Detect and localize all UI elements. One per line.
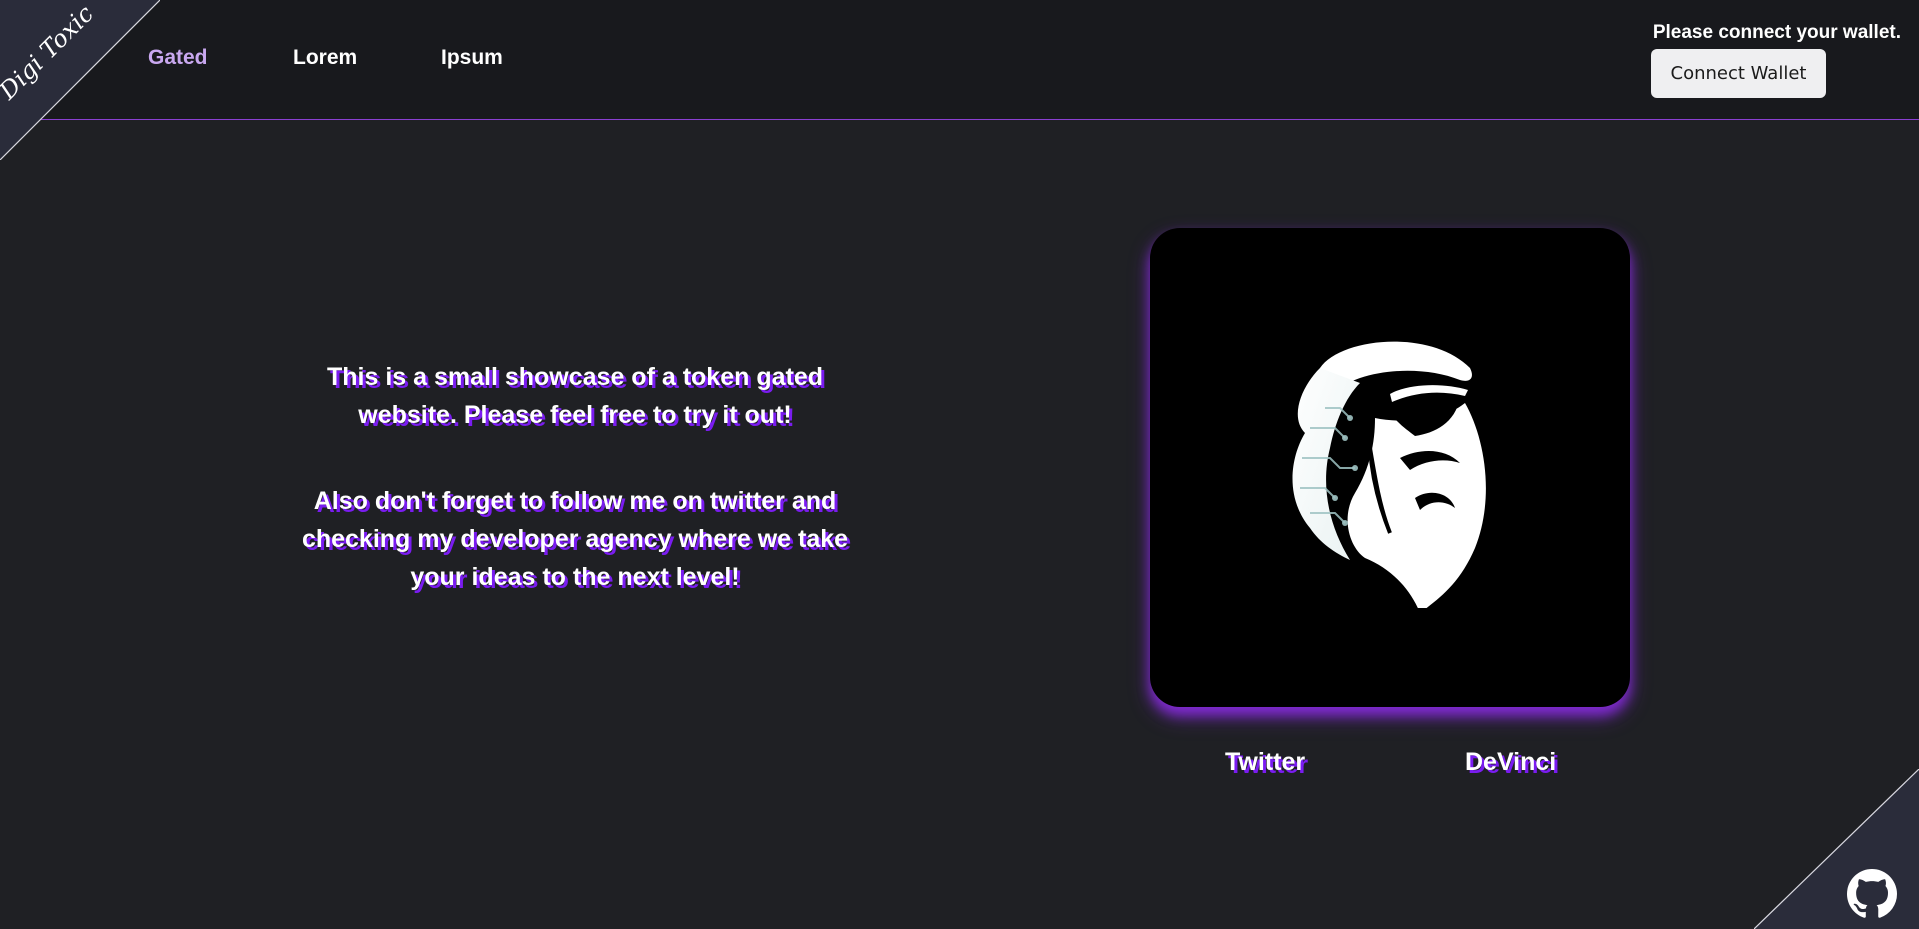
twitter-link[interactable]: Twitter xyxy=(1225,748,1305,777)
intro-paragraph-2: Also don't forget to follow me on twitte… xyxy=(301,487,849,591)
connect-wallet-button[interactable]: Connect Wallet xyxy=(1651,49,1826,98)
top-header: Digi Toxic Gated Lorem Ipsum Please conn… xyxy=(0,0,1919,160)
github-icon[interactable] xyxy=(1847,869,1897,919)
nav-lorem[interactable]: Lorem xyxy=(293,46,357,70)
brand-logo-corner[interactable]: Digi Toxic xyxy=(0,0,160,160)
nav-ipsum[interactable]: Ipsum xyxy=(441,46,503,70)
intro-text-block: This is a small showcase of a token gate… xyxy=(290,358,860,644)
profile-image-card xyxy=(1150,228,1630,707)
bearded-warrior-logo-icon xyxy=(1292,341,1486,608)
intro-paragraph-1: This is a small showcase of a token gate… xyxy=(327,363,823,429)
wallet-status-text: Please connect your wallet. xyxy=(1652,22,1901,43)
devinci-link[interactable]: DeVinci xyxy=(1465,748,1556,777)
